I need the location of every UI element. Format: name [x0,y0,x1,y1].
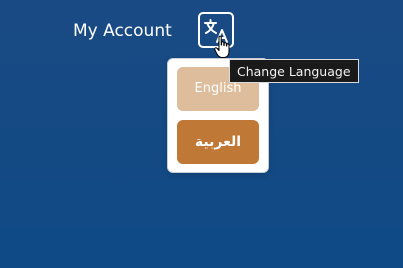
translate-icon [204,19,228,43]
my-account-link[interactable]: My Account [73,20,172,42]
tooltip: Change Language [229,59,359,83]
change-language-button[interactable] [198,12,234,48]
language-option-arabic[interactable]: العربية [177,120,259,164]
